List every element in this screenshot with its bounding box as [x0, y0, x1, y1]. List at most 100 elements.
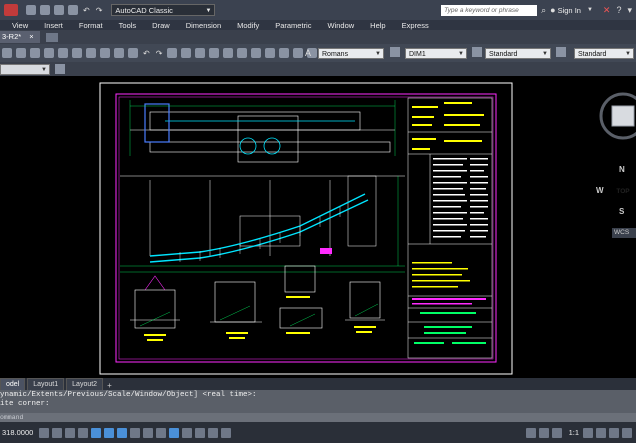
- copy-icon[interactable]: [100, 48, 110, 58]
- viewcube-west-label[interactable]: W: [596, 186, 604, 195]
- file-tab[interactable]: 3-R2* ×: [0, 31, 40, 43]
- undo-icon[interactable]: ↶: [143, 49, 150, 58]
- chevron-down-icon[interactable]: ▼: [587, 7, 593, 13]
- menu-item-tools[interactable]: Tools: [119, 21, 137, 30]
- annotation-scale-label[interactable]: 1:1: [569, 428, 579, 437]
- dim-style-select[interactable]: DIM1 ▼: [405, 48, 467, 59]
- viewcube[interactable]: [599, 92, 636, 140]
- transparency-icon[interactable]: [182, 427, 193, 438]
- add-layout-icon[interactable]: +: [107, 381, 112, 390]
- minimize-icon[interactable]: ▾: [627, 5, 632, 16]
- tab-model[interactable]: odel: [0, 378, 26, 390]
- publish-icon[interactable]: [72, 48, 82, 58]
- text-style-select[interactable]: Romans ▼: [318, 48, 384, 59]
- polar-tracking-icon[interactable]: [91, 427, 102, 438]
- 3d-object-snap-icon[interactable]: [117, 427, 128, 438]
- layer-state-icon[interactable]: [55, 64, 65, 74]
- snap-mode-icon[interactable]: [52, 427, 63, 438]
- menu-item-window[interactable]: Window: [327, 21, 354, 30]
- command-input[interactable]: ommand: [0, 413, 636, 422]
- menu-item-help[interactable]: Help: [370, 21, 385, 30]
- menu-item-express[interactable]: Express: [402, 21, 429, 30]
- model-space-icon[interactable]: [525, 427, 536, 438]
- lineweight-icon[interactable]: [169, 427, 180, 438]
- infer-constraints-icon[interactable]: [39, 427, 50, 438]
- menu-item-format[interactable]: Format: [79, 21, 103, 30]
- design-center-icon[interactable]: [237, 48, 248, 58]
- quick-properties-icon[interactable]: [195, 427, 206, 438]
- pan-icon[interactable]: [167, 48, 178, 58]
- new-icon[interactable]: [2, 48, 12, 58]
- wcs-menu[interactable]: WCS: [612, 228, 636, 238]
- zoom-realtime-icon[interactable]: [181, 48, 192, 58]
- allow-disallow-ucs-icon[interactable]: [143, 427, 154, 438]
- coordinate-readout[interactable]: 318.0000: [2, 428, 33, 437]
- sign-in-link[interactable]: Sign In: [558, 6, 581, 15]
- cut-icon[interactable]: [86, 48, 96, 58]
- menu-item-view[interactable]: View: [12, 21, 28, 30]
- grid-display-icon[interactable]: [65, 427, 76, 438]
- menu-item-insert[interactable]: Insert: [44, 21, 63, 30]
- close-icon[interactable]: ×: [29, 32, 33, 41]
- drawing-canvas[interactable]: TOP N W S WCS: [0, 76, 636, 378]
- redo-icon[interactable]: ↷: [96, 6, 103, 15]
- tab-layout2[interactable]: Layout2: [66, 378, 104, 390]
- lock-icon[interactable]: [596, 427, 606, 438]
- menu-item-parametric[interactable]: Parametric: [275, 21, 311, 30]
- workspace-switching-icon[interactable]: [583, 427, 593, 438]
- dynamic-input-icon[interactable]: [156, 427, 167, 438]
- properties-icon[interactable]: [223, 48, 234, 58]
- object-snap-tracking-icon[interactable]: [130, 427, 141, 438]
- calculator-icon[interactable]: [293, 48, 304, 58]
- object-snap-icon[interactable]: [104, 427, 115, 438]
- app-menu-icon[interactable]: [4, 4, 18, 16]
- open-icon[interactable]: [16, 48, 26, 58]
- quick-view-drawings-icon[interactable]: [551, 427, 562, 438]
- help-icon[interactable]: ?: [616, 5, 621, 15]
- chevron-down-icon: ▼: [375, 51, 381, 57]
- new-icon[interactable]: [26, 5, 36, 15]
- menu-item-draw[interactable]: Draw: [152, 21, 170, 30]
- dim-style-value: DIM1: [409, 51, 426, 58]
- search-input[interactable]: Type a keyword or phrase: [441, 4, 538, 16]
- undo-icon[interactable]: ↶: [83, 6, 90, 15]
- clean-screen-icon[interactable]: [622, 427, 632, 438]
- search-icon[interactable]: ⌕: [541, 5, 546, 16]
- multileader-style-select[interactable]: Standard ▼: [574, 48, 634, 59]
- match-properties-icon[interactable]: [128, 48, 138, 58]
- new-tab-icon[interactable]: [45, 32, 58, 42]
- tool-palettes-icon[interactable]: [251, 48, 262, 58]
- tab-layout1[interactable]: Layout1: [27, 378, 65, 390]
- open-icon[interactable]: [40, 5, 50, 15]
- save-icon[interactable]: [30, 48, 40, 58]
- title-text: [414, 312, 486, 344]
- save-icon[interactable]: [54, 5, 64, 15]
- viewcube-south-label[interactable]: S: [619, 207, 624, 216]
- redo-icon[interactable]: ↷: [156, 49, 163, 58]
- menu-item-dimension[interactable]: Dimension: [186, 21, 221, 30]
- wcs-label: WCS: [614, 229, 630, 236]
- table-style-select[interactable]: Standard ▼: [485, 48, 551, 59]
- sheet-set-icon[interactable]: [265, 48, 276, 58]
- menu-item-modify[interactable]: Modify: [237, 21, 259, 30]
- zoom-previous-icon[interactable]: [209, 48, 220, 58]
- viewcube-top-label[interactable]: TOP: [615, 188, 631, 195]
- selection-cycling-icon[interactable]: [208, 427, 219, 438]
- plot-icon[interactable]: [68, 5, 78, 15]
- workspace-select[interactable]: AutoCAD Classic ▼: [111, 4, 216, 16]
- ortho-mode-icon[interactable]: [78, 427, 89, 438]
- zoom-window-icon[interactable]: [195, 48, 206, 58]
- isolate-objects-icon[interactable]: [609, 427, 619, 438]
- exchange-icon[interactable]: ✕: [603, 5, 611, 16]
- paste-icon[interactable]: [114, 48, 124, 58]
- user-icon[interactable]: ●: [550, 5, 555, 15]
- markup-icon[interactable]: [279, 48, 290, 58]
- plan-dimensions: [129, 100, 396, 156]
- preview-icon[interactable]: [58, 48, 68, 58]
- print-icon[interactable]: [44, 48, 54, 58]
- annotation-monitor-icon[interactable]: [221, 427, 232, 438]
- file-tab-label: 3-R2*: [2, 32, 22, 41]
- viewcube-north-label[interactable]: N: [619, 165, 625, 174]
- layer-select[interactable]: ▼: [0, 64, 50, 75]
- quick-view-layouts-icon[interactable]: [538, 427, 549, 438]
